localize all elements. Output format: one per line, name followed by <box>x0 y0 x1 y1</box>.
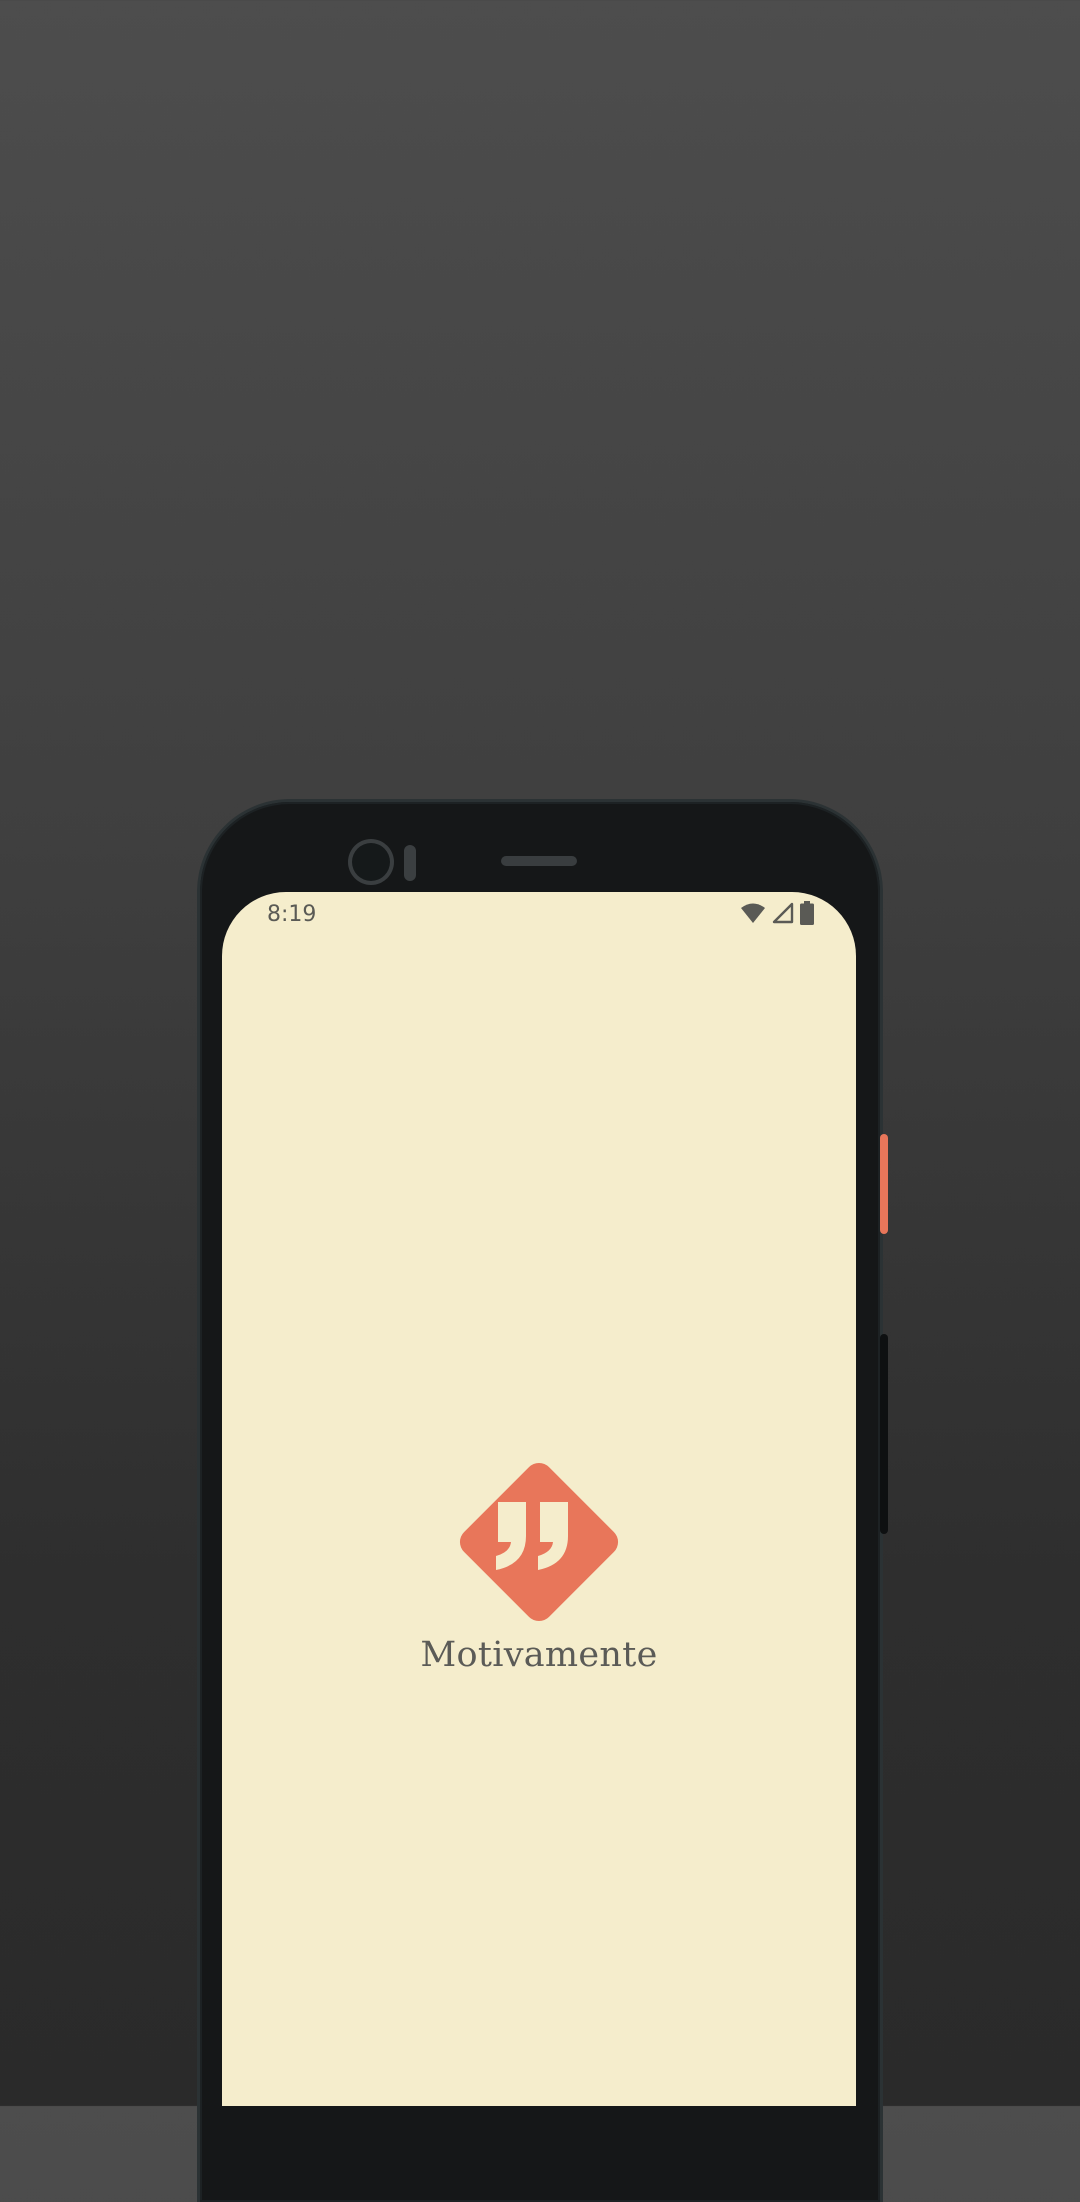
proximity-sensor <box>404 845 416 881</box>
phone-screen: 8:19 Motivamente <box>222 892 856 2106</box>
status-time: 8:19 <box>267 902 317 927</box>
battery-icon <box>800 900 814 930</box>
volume-button[interactable] <box>880 1334 888 1534</box>
power-button[interactable] <box>880 1134 888 1234</box>
app-logo <box>439 1442 639 1642</box>
status-bar: 8:19 <box>222 892 856 936</box>
page-background: { "status_bar": { "time": "8:19", "icons… <box>0 0 1080 2202</box>
app-name: Motivamente <box>420 1635 658 1675</box>
status-icons <box>740 900 814 930</box>
earpiece-speaker <box>501 856 577 866</box>
quote-marks-diamond-icon <box>459 1462 619 1622</box>
cell-signal-icon <box>772 902 794 929</box>
front-camera <box>352 843 390 881</box>
wifi-icon <box>740 902 766 929</box>
